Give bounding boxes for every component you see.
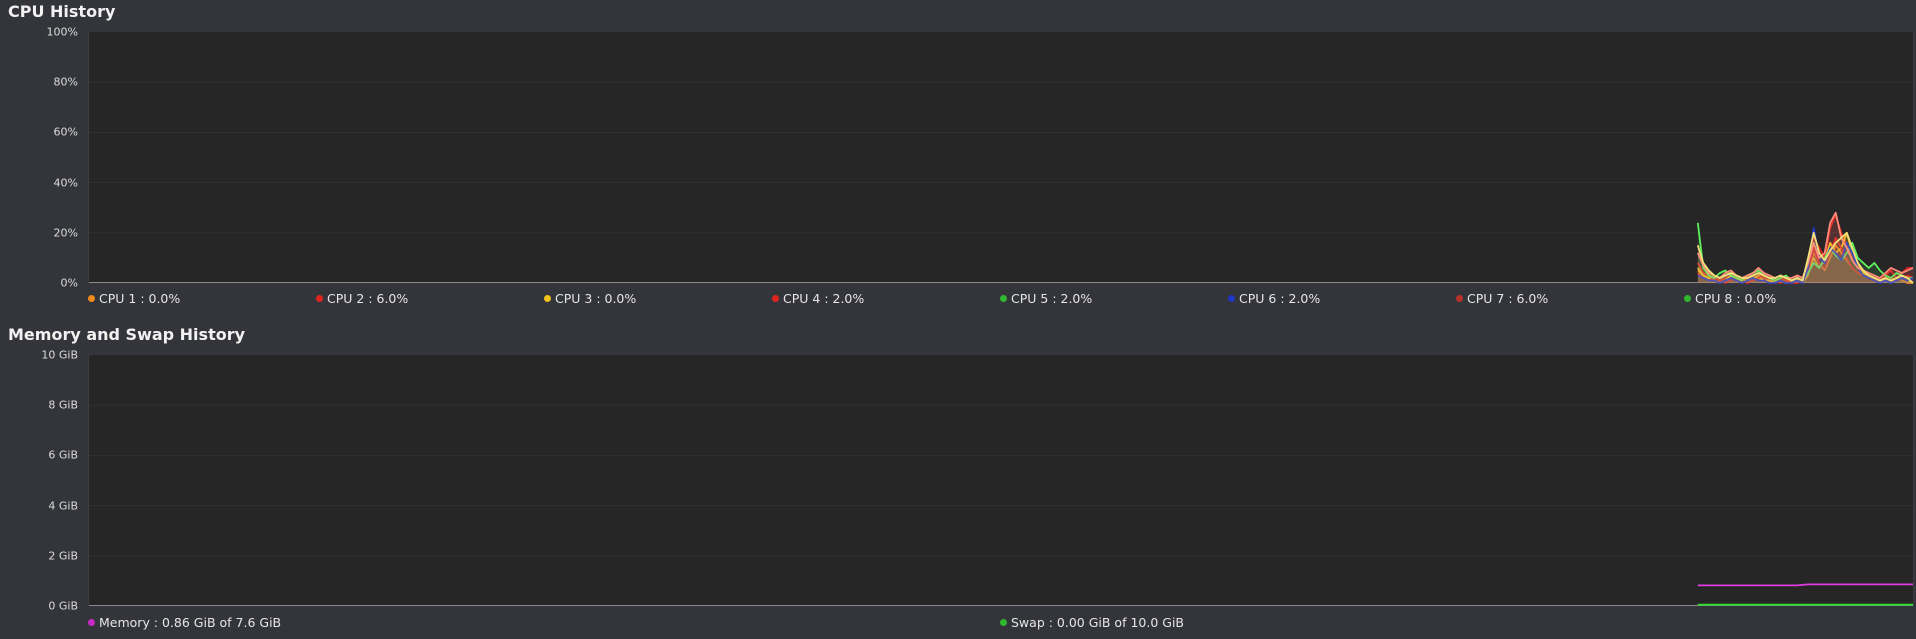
cpu-ytick-label: 100%	[46, 25, 78, 39]
cpu-legend-label: CPU 7 : 6.0%	[1467, 291, 1549, 306]
legend-color-dot-icon	[772, 295, 779, 302]
memory-swap-history-plot	[88, 355, 1914, 606]
memory-legend: Memory : 0.86 GiB of 7.6 GiB Swap : 0.00 …	[88, 615, 1912, 633]
memory-series-line-1	[1698, 584, 1913, 585]
memory-ytick-label: 8 GiB	[48, 398, 78, 412]
legend-color-dot-icon	[1228, 295, 1235, 302]
cpu-legend-item: CPU 8 : 0.0%	[1684, 291, 1776, 306]
cpu-legend-item: CPU 2 : 6.0%	[316, 291, 408, 306]
cpu-legend-label: CPU 4 : 2.0%	[783, 291, 865, 306]
cpu-legend-label: CPU 5 : 2.0%	[1011, 291, 1093, 306]
cpu-history-plot	[88, 32, 1914, 283]
legend-color-dot-icon	[316, 295, 323, 302]
legend-color-dot-icon	[1456, 295, 1463, 302]
memory-swap-history-chart	[89, 404, 1913, 606]
legend-color-dot-icon	[1000, 619, 1007, 626]
cpu-legend-label: CPU 6 : 2.0%	[1239, 291, 1321, 306]
cpu-legend-label: CPU 2 : 6.0%	[327, 291, 409, 306]
memory-ytick-label: 6 GiB	[48, 448, 78, 462]
cpu-legend-label: CPU 8 : 0.0%	[1695, 291, 1777, 306]
legend-color-dot-icon	[88, 295, 95, 302]
memory-legend-item: Swap : 0.00 GiB of 10.0 GiB	[1000, 615, 1184, 630]
cpu-ytick-label: 20%	[53, 226, 78, 240]
memory-swap-history-title: Memory and Swap History	[8, 325, 246, 344]
memory-legend-item: Memory : 0.86 GiB of 7.6 GiB	[88, 615, 281, 630]
cpu-legend-item: CPU 4 : 2.0%	[772, 291, 864, 306]
cpu-legend-item: CPU 5 : 2.0%	[1000, 291, 1092, 306]
cpu-legend-item: CPU 1 : 0.0%	[88, 291, 180, 306]
cpu-legend-label: CPU 1 : 0.0%	[99, 291, 181, 306]
cpu-ytick-label: 40%	[53, 176, 78, 190]
legend-color-dot-icon	[88, 619, 95, 626]
memory-ytick-label: 2 GiB	[48, 549, 78, 563]
cpu-history-chart	[89, 81, 1913, 283]
memory-legend-label: Memory : 0.86 GiB of 7.6 GiB	[99, 615, 282, 630]
legend-color-dot-icon	[1684, 295, 1691, 302]
cpu-legend-item: CPU 3 : 0.0%	[544, 291, 636, 306]
cpu-ytick-label: 0%	[60, 276, 78, 290]
memory-ytick-label: 0 GiB	[48, 599, 78, 613]
cpu-legend-item: CPU 7 : 6.0%	[1456, 291, 1548, 306]
memory-ytick-label: 10 GiB	[41, 348, 78, 362]
memory-legend-label: Swap : 0.00 GiB of 10.0 GiB	[1011, 615, 1184, 630]
cpu-ytick-label: 60%	[53, 125, 78, 139]
cpu-legend-label: CPU 3 : 0.0%	[555, 291, 637, 306]
legend-color-dot-icon	[544, 295, 551, 302]
cpu-ytick-label: 80%	[53, 75, 78, 89]
cpu-legend: CPU 1 : 0.0% CPU 2 : 6.0% CPU 3 : 0.0% CPU …	[88, 291, 1912, 309]
memory-ytick-label: 4 GiB	[48, 499, 78, 513]
cpu-legend-item: CPU 6 : 2.0%	[1228, 291, 1320, 306]
legend-color-dot-icon	[1000, 295, 1007, 302]
cpu-history-title: CPU History	[8, 2, 116, 21]
